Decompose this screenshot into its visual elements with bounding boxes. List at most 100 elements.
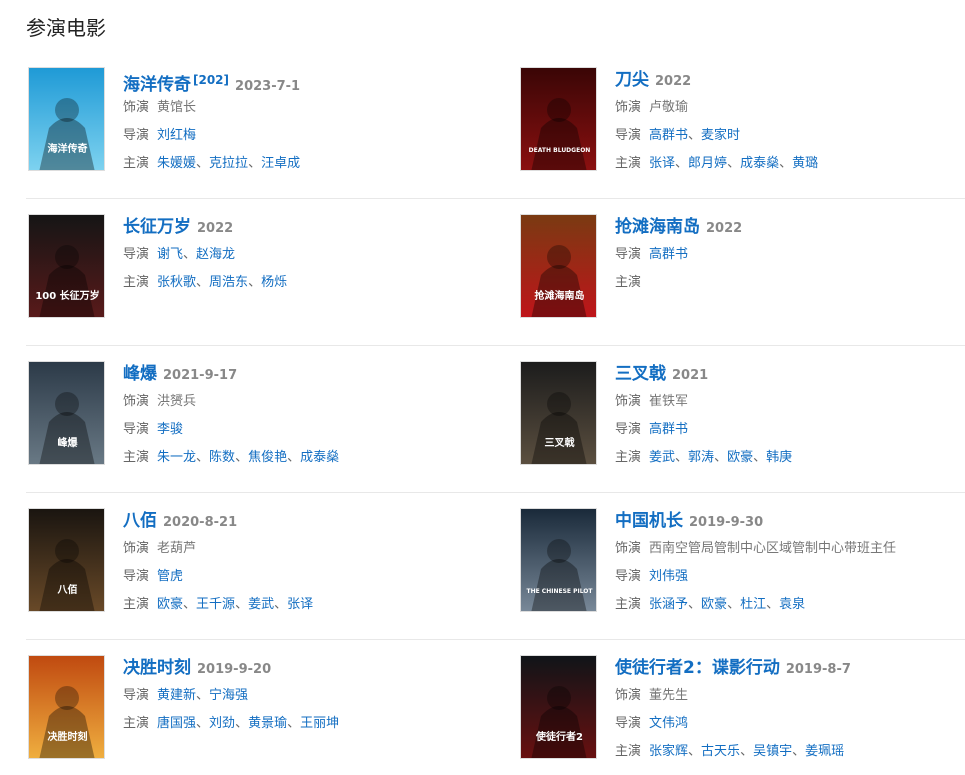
reference-link[interactable]: [202]	[193, 73, 229, 87]
movie-poster[interactable]: DEATH BLUDGEON	[520, 67, 597, 171]
director-link[interactable]: 麦家时	[701, 128, 740, 143]
cast-link[interactable]: 姜珮瑶	[805, 744, 844, 759]
cast-label: 主演	[615, 744, 642, 759]
cast-link[interactable]: 陈数	[209, 450, 235, 465]
cast-link[interactable]: 韩庚	[766, 450, 792, 465]
separator: 、	[727, 156, 741, 171]
cast-link[interactable]: 欧豪	[701, 597, 727, 612]
director-label: 导演	[615, 247, 642, 262]
movie-title-link[interactable]: 中国机长	[615, 511, 683, 531]
movie-poster[interactable]: 三叉戟	[520, 361, 597, 465]
movie-card: 海洋传奇 海洋传奇 [202] 2023-7-1 饰演 黄馆长 导演 刘红梅 主演 朱媛媛、克拉拉…	[28, 67, 498, 187]
separator: 、	[727, 597, 741, 612]
director-label: 导演	[123, 247, 150, 262]
movie-title-link[interactable]: 长征万岁	[123, 217, 191, 237]
movie-title-link[interactable]: 决胜时刻	[123, 658, 191, 678]
cast-link[interactable]: 黄璐	[792, 156, 818, 171]
cast-link[interactable]: 欧豪	[157, 597, 183, 612]
director-link[interactable]: 刘红梅	[157, 128, 196, 143]
director-link[interactable]: 李骏	[157, 422, 183, 437]
movie-poster-image: DEATH BLUDGEON	[521, 68, 596, 170]
cast-link[interactable]: 张秋歌	[157, 275, 196, 290]
movie-title-line: 刀尖 2022	[615, 67, 965, 93]
movie-row: 八佰 八佰 2020-8-21 饰演 老葫芦 导演 管虎 主演 欧豪、王千源、姜武、张译 THE …	[26, 493, 965, 640]
movie-title-link[interactable]: 抢滩海南岛	[615, 217, 700, 237]
movie-title-link[interactable]: 使徒行者2：谍影行动	[615, 658, 780, 678]
director-link[interactable]: 高群书	[649, 247, 688, 262]
movie-poster[interactable]: 八佰	[28, 508, 105, 612]
director-link[interactable]: 高群书	[649, 128, 688, 143]
separator: 、	[248, 156, 262, 171]
movie-title-link[interactable]: 峰爆	[123, 364, 157, 384]
cast-link[interactable]: 古天乐	[701, 744, 740, 759]
cast-link[interactable]: 刘劲	[209, 716, 235, 731]
director-link[interactable]: 管虎	[157, 569, 183, 584]
cast-link[interactable]: 郭涛	[688, 450, 714, 465]
movie-row: 海洋传奇 海洋传奇 [202] 2023-7-1 饰演 黄馆长 导演 刘红梅 主演 朱媛媛、克拉拉…	[26, 52, 965, 199]
cast-link[interactable]: 朱一龙	[157, 450, 196, 465]
cast-link[interactable]: 朱媛媛	[157, 156, 196, 171]
movie-title-line: 八佰 2020-8-21	[123, 508, 498, 534]
movie-card: 100 长征万岁 长征万岁 2022 导演 谢飞、赵海龙 主演 张秋歌、周浩东、杨烁	[28, 214, 498, 334]
cast-link[interactable]: 成泰燊	[300, 450, 339, 465]
movie-title-line: 决胜时刻 2019-9-20	[123, 655, 498, 681]
movie-title-link[interactable]: 八佰	[123, 511, 157, 531]
role-name: 西南空管局管制中心区域管制中心带班主任	[649, 541, 897, 556]
cast-link[interactable]: 袁泉	[779, 597, 805, 612]
cast-link[interactable]: 唐国强	[157, 716, 196, 731]
cast-link[interactable]: 焦俊艳	[248, 450, 287, 465]
movie-card: DEATH BLUDGEON 刀尖 2022 饰演 卢敬瑜 导演 高群书、麦家时 主演 张译、郎…	[520, 67, 965, 187]
movie-grid: 海洋传奇 海洋传奇 [202] 2023-7-1 饰演 黄馆长 导演 刘红梅 主演 朱媛媛、克拉拉…	[26, 52, 965, 775]
director-link[interactable]: 谢飞	[157, 247, 183, 262]
separator: 、	[196, 156, 210, 171]
director-link[interactable]: 文伟鸿	[649, 716, 688, 731]
director-link[interactable]: 赵海龙	[196, 247, 235, 262]
separator: 、	[274, 597, 288, 612]
cast-link[interactable]: 黄景瑜	[248, 716, 287, 731]
cast-link[interactable]: 张涵予	[649, 597, 688, 612]
role-name: 董先生	[649, 688, 689, 703]
cast-link[interactable]: 张译	[649, 156, 675, 171]
movie-title-link[interactable]: 海洋传奇	[123, 75, 191, 95]
poster-text: THE CHINESE PILOT	[526, 588, 593, 595]
movie-info: 峰爆 2021-9-17 饰演 洪赟兵 导演 李骏 主演 朱一龙、陈数、焦俊艳、成泰燊	[123, 361, 498, 471]
cast-link[interactable]: 姜武	[248, 597, 274, 612]
cast-link[interactable]: 克拉拉	[209, 156, 248, 171]
cast-link[interactable]: 成泰燊	[740, 156, 779, 171]
cast-link[interactable]: 郎月婷	[688, 156, 727, 171]
cast-line: 主演 朱媛媛、克拉拉、汪卓成	[123, 149, 498, 177]
movie-poster[interactable]: 海洋传奇	[28, 67, 105, 171]
movie-title-link[interactable]: 三叉戟	[615, 364, 666, 384]
cast-label: 主演	[123, 716, 150, 731]
cast-link[interactable]: 张家辉	[649, 744, 688, 759]
cast-link[interactable]: 欧豪	[727, 450, 753, 465]
cast-link[interactable]: 吴镇宇	[753, 744, 792, 759]
movie-poster[interactable]: 峰爆	[28, 361, 105, 465]
movie-poster[interactable]: THE CHINESE PILOT	[520, 508, 597, 612]
director-link[interactable]: 刘伟强	[649, 569, 688, 584]
movie-poster[interactable]: 决胜时刻	[28, 655, 105, 759]
cast-link[interactable]: 周浩东	[209, 275, 248, 290]
separator: 、	[248, 275, 262, 290]
movie-info: 决胜时刻 2019-9-20 导演 黄建新、宁海强 主演 唐国强、刘劲、黄景瑜、王丽坤	[123, 655, 498, 737]
director-link[interactable]: 高群书	[649, 422, 688, 437]
cast-link[interactable]: 汪卓成	[261, 156, 300, 171]
cast-link[interactable]: 王千源	[196, 597, 235, 612]
movie-poster[interactable]: 使徒行者2	[520, 655, 597, 759]
cast-link[interactable]: 姜武	[649, 450, 675, 465]
director-label: 导演	[615, 128, 642, 143]
movie-poster[interactable]: 100 长征万岁	[28, 214, 105, 318]
movie-title-line: 峰爆 2021-9-17	[123, 361, 498, 387]
cast-link[interactable]: 王丽坤	[300, 716, 339, 731]
movie-title-link[interactable]: 刀尖	[615, 70, 649, 90]
movie-poster[interactable]: 抢滩海南岛	[520, 214, 597, 318]
director-link[interactable]: 黄建新	[157, 688, 196, 703]
cast-link[interactable]: 杜江	[740, 597, 766, 612]
role-line: 饰演 崔铁军	[615, 387, 965, 415]
cast-link[interactable]: 杨烁	[261, 275, 287, 290]
role-name: 老葫芦	[157, 541, 197, 556]
director-link[interactable]: 宁海强	[209, 688, 248, 703]
movie-info: 中国机长 2019-9-30 饰演 西南空管局管制中心区域管制中心带班主任 导演 刘伟强主…	[615, 508, 965, 618]
cast-link[interactable]: 张译	[287, 597, 313, 612]
release-date: 2019-9-30	[689, 515, 764, 530]
